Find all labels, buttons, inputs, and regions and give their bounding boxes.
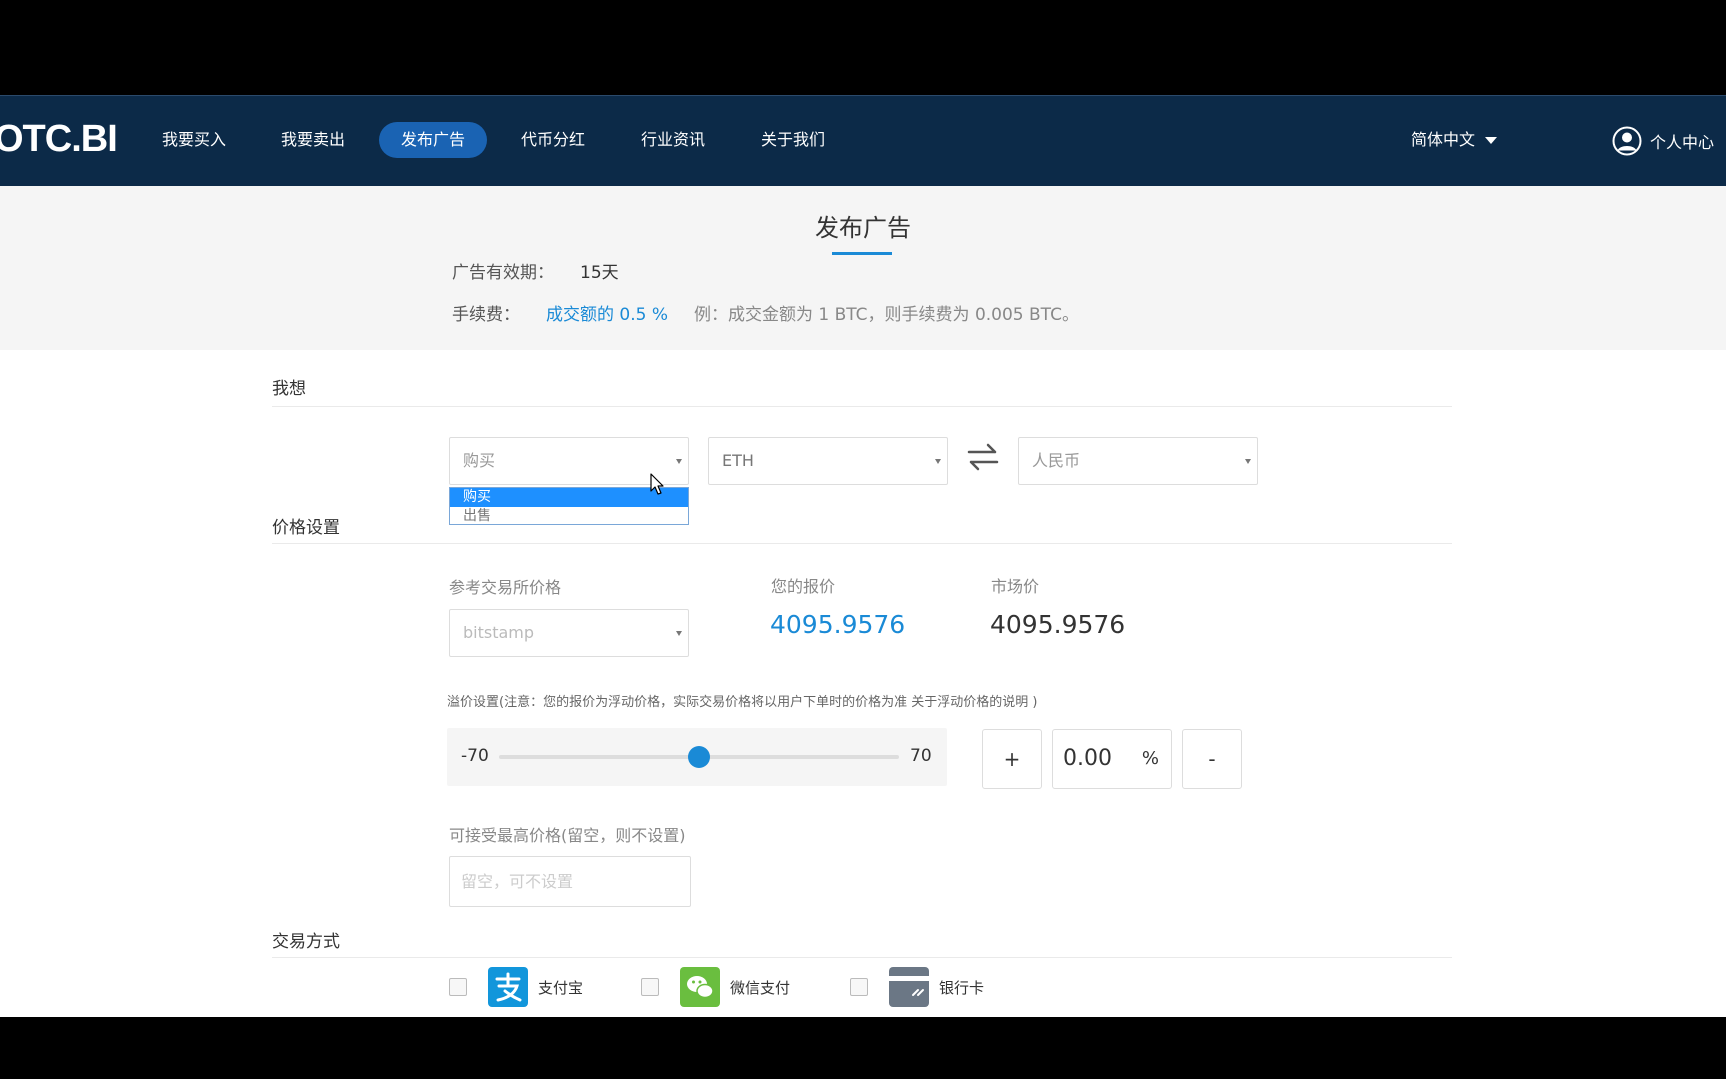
- slider-min-label: -70: [461, 746, 489, 766]
- slider-track[interactable]: [499, 746, 899, 768]
- bank-card-icon: [889, 967, 929, 1007]
- decrease-premium-button[interactable]: -: [1182, 729, 1242, 789]
- payment-section-title: 交易方式: [272, 932, 340, 952]
- language-label: 简体中文: [1411, 130, 1476, 149]
- divider: [272, 543, 1452, 544]
- validity-value: 15天: [580, 263, 619, 283]
- premium-input[interactable]: 0.00 %: [1052, 729, 1172, 789]
- select-arrow-icon: [1245, 459, 1251, 464]
- wechat-pay-icon: [680, 967, 720, 1007]
- premium-slider: -70 70: [447, 728, 947, 786]
- alipay-label: 支付宝: [538, 978, 584, 997]
- select-arrow-icon: [935, 459, 941, 464]
- coin-select-value: ETH: [722, 451, 754, 470]
- nav-sell[interactable]: 我要卖出: [259, 122, 367, 158]
- nav-industry-news[interactable]: 行业资讯: [619, 122, 727, 158]
- currency-select[interactable]: 人民币: [1018, 437, 1258, 485]
- fee-label: 手续费：: [452, 305, 520, 325]
- user-avatar-icon: [1612, 126, 1642, 156]
- language-selector[interactable]: 简体中文: [1411, 122, 1498, 158]
- your-price-label: 您的报价: [771, 577, 836, 596]
- action-select-value: 购买: [463, 451, 496, 470]
- payment-alipay[interactable]: 支付宝: [449, 965, 583, 1009]
- nav-token-dividend[interactable]: 代币分红: [499, 122, 607, 158]
- max-price-placeholder: 留空，可不设置: [461, 872, 574, 891]
- fee-rate-link[interactable]: 成交额的 0.5 %: [546, 300, 668, 325]
- top-nav: OTC.BI 我要买入 我要卖出 发布广告 代币分红 行业资讯 关于我们 简体中…: [0, 95, 1726, 186]
- percent-sign: %: [1141, 748, 1159, 769]
- app-frame: OTC.BI 我要买入 我要卖出 发布广告 代币分红 行业资讯 关于我们 简体中…: [0, 95, 1726, 1017]
- page-title: 发布广告: [815, 214, 911, 242]
- nav-about-us[interactable]: 关于我们: [739, 122, 847, 158]
- currency-select-value: 人民币: [1032, 451, 1081, 470]
- market-price-label: 市场价: [991, 577, 1040, 596]
- payment-bank-card[interactable]: 银行卡: [850, 965, 984, 1009]
- validity-label: 广告有效期：: [452, 263, 554, 283]
- alipay-checkbox[interactable]: [449, 978, 467, 996]
- increase-premium-button[interactable]: +: [982, 729, 1042, 789]
- payment-wechat[interactable]: 微信支付: [641, 965, 790, 1009]
- select-arrow-icon: [676, 459, 682, 464]
- max-price-input[interactable]: 留空，可不设置: [449, 856, 691, 907]
- ref-exchange-value: bitstamp: [463, 623, 535, 642]
- ref-exchange-label: 参考交易所价格: [449, 578, 562, 597]
- max-price-label: 可接受最高价格(留空，则不设置): [449, 826, 686, 845]
- validity-row: 广告有效期： 15天: [452, 258, 619, 283]
- divider: [272, 957, 1452, 958]
- market-price-value: 4095.9576: [990, 610, 1126, 639]
- mouse-cursor-icon: [650, 473, 664, 495]
- pricing-section-title: 价格设置: [272, 518, 340, 538]
- slider-handle[interactable]: [688, 746, 710, 768]
- bank-card-checkbox[interactable]: [850, 978, 868, 996]
- site-logo[interactable]: OTC.BI: [0, 118, 118, 161]
- user-center-label: 个人中心: [1650, 133, 1715, 152]
- premium-note: 溢价设置(注意：您的报价为浮动价格，实际交易价格将以用户下单时的价格为准 关于浮…: [447, 695, 1038, 710]
- bank-card-label: 银行卡: [939, 978, 985, 997]
- premium-value: 0.00: [1063, 746, 1112, 771]
- dropdown-option-sell[interactable]: 出售: [450, 507, 688, 526]
- caret-down-icon: [1485, 137, 1498, 144]
- coin-select[interactable]: ETH: [708, 437, 948, 485]
- user-center-link[interactable]: 个人中心: [1612, 124, 1714, 158]
- wechat-pay-label: 微信支付: [730, 978, 791, 997]
- title-underline: [832, 252, 892, 255]
- slider-max-label: 70: [910, 746, 932, 766]
- select-arrow-icon: [676, 631, 682, 636]
- fee-row: 手续费： 成交额的 0.5 % 例：成交金额为 1 BTC，则手续费为 0.00…: [452, 300, 1079, 325]
- nav-post-ad[interactable]: 发布广告: [379, 122, 488, 158]
- divider: [272, 406, 1452, 407]
- wechat-checkbox[interactable]: [641, 978, 659, 996]
- intent-section-title: 我想: [272, 379, 306, 399]
- your-price-value: 4095.9576: [770, 610, 906, 639]
- nav-buy[interactable]: 我要买入: [140, 122, 248, 158]
- ad-info-band: 发布广告 广告有效期： 15天 手续费： 成交额的 0.5 % 例：成交金额为 …: [0, 186, 1726, 350]
- alipay-icon: [488, 967, 528, 1007]
- swap-arrows-icon[interactable]: [966, 442, 1000, 472]
- fee-example: 例：成交金额为 1 BTC，则手续费为 0.005 BTC。: [694, 305, 1079, 325]
- ref-exchange-select[interactable]: bitstamp: [449, 609, 689, 657]
